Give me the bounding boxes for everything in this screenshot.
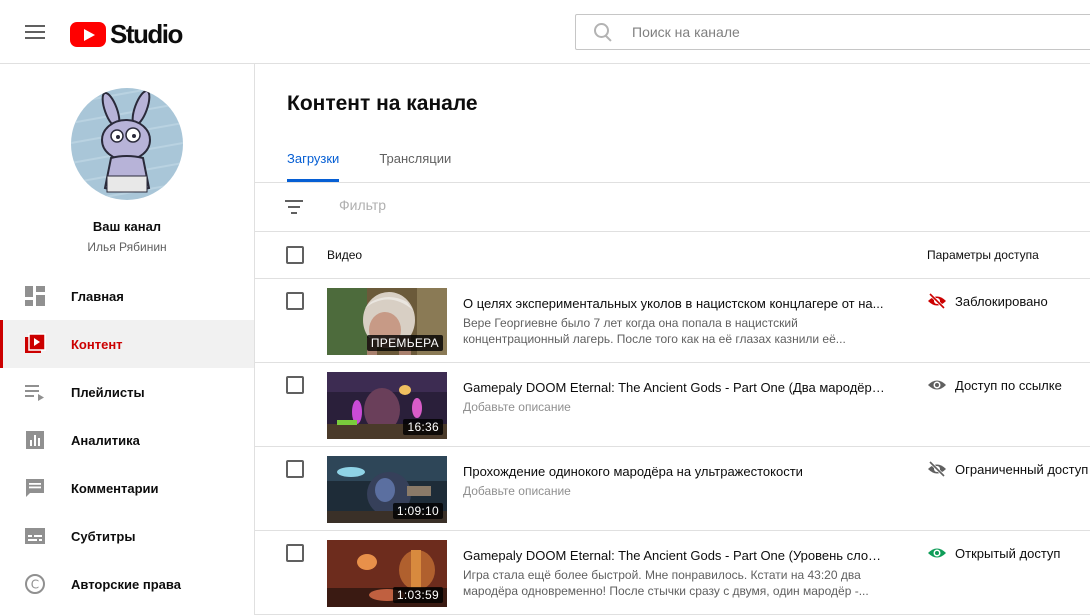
table-header: Видео Параметры доступа (255, 232, 1090, 279)
video-thumbnail[interactable]: 1:09:10 (327, 456, 447, 523)
top-bar: Studio (0, 0, 1090, 64)
video-description: Добавьте описание (463, 399, 888, 415)
analytics-icon (23, 428, 47, 452)
visibility-cell[interactable]: Открытый доступ (927, 545, 1090, 561)
row-checkbox[interactable] (286, 460, 304, 478)
visibility-cell[interactable]: Доступ по ссылке (927, 377, 1090, 393)
eye-icon (928, 380, 946, 390)
select-all-checkbox[interactable] (286, 246, 304, 264)
tabs: Загрузки Трансляции (287, 144, 491, 182)
sidebar-item-comments[interactable]: Комментарии (0, 464, 254, 512)
table-row[interactable]: 1:03:59 Gamepaly DOOM Eternal: The Ancie… (255, 531, 1090, 615)
copyright-icon: C (23, 572, 47, 596)
description-line: Добавьте описание (463, 484, 571, 498)
video-title[interactable]: О целях экспериментальных уколов в нацис… (463, 296, 888, 311)
column-header-video: Видео (327, 248, 363, 262)
search-box[interactable] (575, 14, 1090, 50)
hamburger-menu-icon[interactable] (23, 21, 47, 43)
video-title[interactable]: Gamepaly DOOM Eternal: The Ancient Gods … (463, 380, 888, 395)
eye-crossed-icon (928, 461, 946, 477)
video-description: Игра стала ещё более быстрой. Мне понрав… (463, 567, 888, 599)
search-icon[interactable] (594, 23, 612, 41)
sidebar-item-label: Аналитика (71, 432, 140, 448)
tab-uploads[interactable]: Загрузки (287, 144, 340, 182)
visibility-label: Доступ по ссылке (955, 377, 1062, 393)
video-thumbnail[interactable]: 16:36 (327, 372, 447, 439)
filter-bar (255, 183, 1090, 232)
youtube-play-icon (70, 22, 106, 47)
sidebar: Ваш канал Илья Рябинин Главная Контент П… (0, 64, 255, 615)
description-line: Вере Георгиевне было 7 лет когда она поп… (463, 316, 798, 330)
description-line: мародёра одновременно! После стычки сраз… (463, 584, 869, 598)
sidebar-item-content[interactable]: Контент (0, 320, 254, 368)
visibility-label: Заблокировано (955, 293, 1048, 309)
table-row[interactable]: ПРЕМЬЕРА О целях экспериментальных уколо… (255, 279, 1090, 363)
duration-badge: 16:36 (403, 419, 443, 435)
search-input[interactable] (632, 24, 1032, 40)
channel-avatar[interactable] (71, 88, 183, 200)
duration-badge: 1:09:10 (392, 503, 443, 519)
visibility-label: Ограниченный доступ (955, 461, 1089, 477)
sidebar-item-label: Субтитры (71, 528, 136, 544)
filter-icon[interactable] (285, 200, 303, 214)
svg-text:C: C (31, 578, 39, 592)
eye-blocked-icon (928, 293, 946, 309)
sidebar-item-copyright[interactable]: C Авторские права (0, 560, 254, 608)
sidebar-item-label: Комментарии (71, 480, 159, 496)
filter-input[interactable] (339, 197, 639, 213)
visibility-cell[interactable]: Заблокировано (927, 293, 1090, 309)
video-title[interactable]: Прохождение одинокого мародёра на ультра… (463, 464, 888, 479)
sidebar-item-subtitles[interactable]: Субтитры (0, 512, 254, 560)
table-row[interactable]: 16:36 Gamepaly DOOM Eternal: The Ancient… (255, 363, 1090, 447)
premiere-badge: ПРЕМЬЕРА (366, 335, 443, 351)
video-description: Добавьте описание (463, 483, 888, 499)
video-thumbnail[interactable]: 1:03:59 (327, 540, 447, 607)
column-header-access: Параметры доступа (927, 248, 1039, 262)
video-title[interactable]: Gamepaly DOOM Eternal: The Ancient Gods … (463, 548, 888, 563)
sidebar-item-label: Главная (71, 288, 124, 304)
row-checkbox[interactable] (286, 376, 304, 394)
subtitles-icon (23, 524, 47, 548)
table-row[interactable]: 1:09:10 Прохождение одинокого мародёра н… (255, 447, 1090, 531)
tab-live[interactable]: Трансляции (379, 144, 451, 182)
page-title: Контент на канале (287, 92, 478, 115)
channel-title: Ваш канал (92, 219, 162, 234)
sidebar-item-label: Контент (71, 336, 123, 352)
row-checkbox[interactable] (286, 292, 304, 310)
visibility-label: Открытый доступ (955, 545, 1061, 561)
comments-icon (23, 476, 47, 500)
video-list: ПРЕМЬЕРА О целях экспериментальных уколо… (255, 279, 1090, 615)
channel-name: Илья Рябинин (87, 240, 167, 254)
dashboard-icon (23, 284, 47, 308)
playlist-icon (23, 380, 47, 404)
sidebar-item-label: Авторские права (71, 576, 181, 592)
description-line: концентрационный лагерь. После того как … (463, 332, 846, 346)
video-description: Вере Георгиевне было 7 лет когда она поп… (463, 315, 888, 347)
youtube-studio-logo[interactable]: Studio (70, 19, 183, 50)
visibility-cell[interactable]: Ограниченный доступ (927, 461, 1090, 477)
sidebar-item-dashboard[interactable]: Главная (0, 272, 254, 320)
video-thumbnail[interactable]: ПРЕМЬЕРА (327, 288, 447, 355)
logo-text: Studio (110, 19, 183, 49)
duration-badge: 1:03:59 (392, 587, 443, 603)
main-content: Контент на канале Загрузки Трансляции Ви… (255, 64, 1090, 615)
sidebar-item-analytics[interactable]: Аналитика (0, 416, 254, 464)
row-checkbox[interactable] (286, 544, 304, 562)
eye-icon (928, 548, 946, 558)
description-line: Добавьте описание (463, 400, 571, 414)
content-icon (23, 332, 47, 356)
sidebar-item-playlists[interactable]: Плейлисты (0, 368, 254, 416)
sidebar-item-label: Плейлисты (71, 384, 145, 400)
sidebar-nav: Главная Контент Плейлисты Аналитика Комм… (0, 272, 254, 608)
description-line: Игра стала ещё более быстрой. Мне понрав… (463, 568, 861, 582)
